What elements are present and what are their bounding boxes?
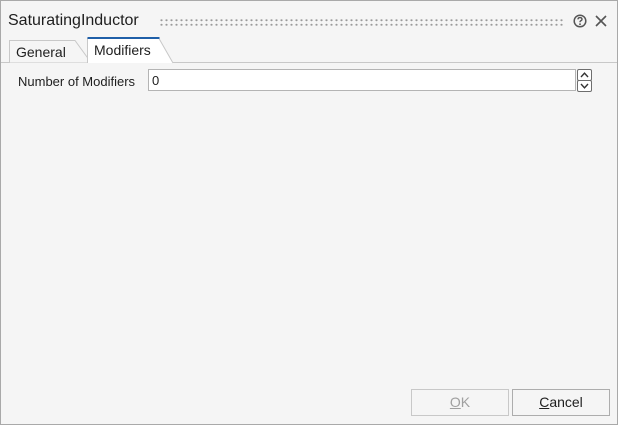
ok-button-label: K <box>460 394 471 410</box>
number-of-modifiers-spinner[interactable] <box>577 69 592 92</box>
spin-down-button[interactable] <box>577 80 592 92</box>
number-of-modifiers-input[interactable] <box>148 69 576 91</box>
tab-general-label[interactable]: General <box>16 44 66 60</box>
cancel-button[interactable]: Cancel <box>512 389 610 416</box>
help-icon[interactable] <box>573 14 587 28</box>
tab-modifiers-label[interactable]: Modifiers <box>94 42 151 58</box>
dialog-window: SaturatingInductor General Modifiers Num… <box>0 0 618 425</box>
close-icon[interactable] <box>594 14 608 28</box>
tab-strip: General Modifiers <box>1 37 617 64</box>
ok-button-mnemonic: O <box>449 394 461 410</box>
dialog-title: SaturatingInductor <box>8 12 139 29</box>
ok-button[interactable]: OK <box>411 389 509 416</box>
chevron-up-icon <box>580 72 589 78</box>
title-bar[interactable]: SaturatingInductor <box>1 1 617 35</box>
cancel-button-mnemonic: C <box>539 394 550 410</box>
chevron-down-icon <box>580 83 589 89</box>
drag-grip[interactable] <box>159 18 563 27</box>
cancel-button-label: ancel <box>549 394 583 410</box>
number-of-modifiers-label: Number of Modifiers <box>18 74 136 89</box>
